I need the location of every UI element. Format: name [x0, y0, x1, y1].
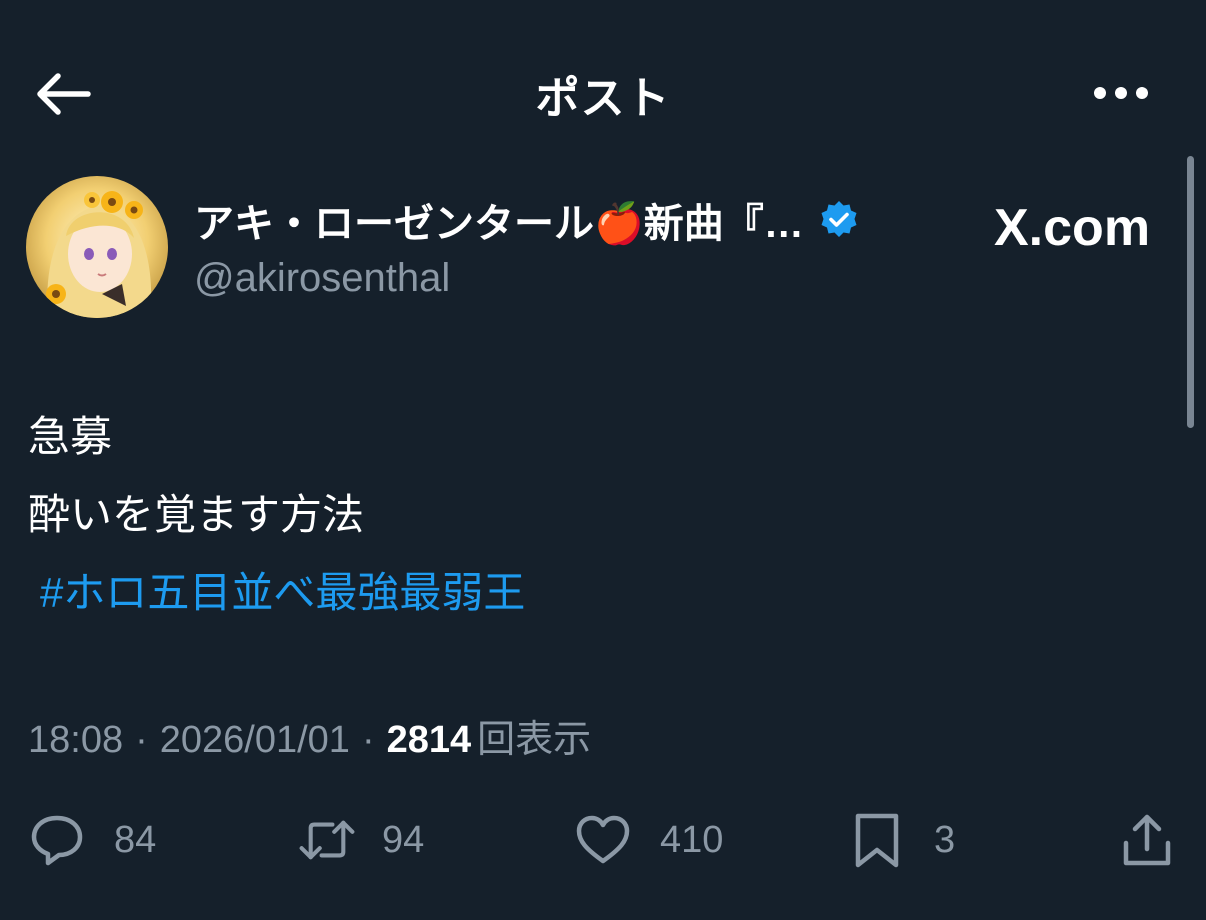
- repost-button[interactable]: 94: [298, 808, 424, 872]
- repost-icon: [299, 820, 355, 860]
- tweet-line: 急募: [28, 413, 113, 460]
- share-icon: [1123, 814, 1171, 866]
- display-name-link[interactable]: アキ・ローゼンタール🍎新曲『…: [194, 192, 860, 248]
- reply-button[interactable]: 84: [28, 808, 156, 872]
- tweet-text: 急募 酔いを覚ます方法 #ホロ五目並べ最強最弱王: [28, 398, 1158, 632]
- reply-count: 84: [114, 818, 157, 861]
- separator-dot: ·: [361, 719, 375, 761]
- bookmark-icon: [855, 813, 899, 868]
- x-logo-text: X.com: [994, 199, 1151, 257]
- separator-dot: ·: [135, 719, 148, 761]
- top-bar: ポスト: [0, 40, 1206, 144]
- heart-icon: [576, 815, 630, 864]
- author-header: アキ・ローゼンタール🍎新曲『… @akirosenthal X.com: [26, 176, 1166, 326]
- page-title: ポスト: [535, 74, 671, 123]
- views-count: 2814: [386, 719, 472, 761]
- tweet-meta: 18:08 · 2026/01/01 · 2814 回表示: [28, 708, 591, 763]
- bookmark-button[interactable]: 3: [848, 808, 955, 872]
- tweet-time[interactable]: 18:08: [28, 719, 123, 762]
- avatar[interactable]: [26, 176, 168, 318]
- x-com-watermark: X.com: [994, 198, 1150, 258]
- scrollbar[interactable]: [1187, 156, 1194, 428]
- like-button[interactable]: 410: [574, 808, 723, 872]
- user-handle[interactable]: @akirosenthal: [194, 256, 450, 301]
- reply-icon: [31, 815, 83, 866]
- like-count: 410: [660, 818, 724, 861]
- display-name: アキ・ローゼンタール🍎新曲『…: [194, 202, 804, 246]
- repost-count: 94: [382, 818, 425, 861]
- verified-badge-icon: [821, 201, 857, 237]
- views-label: 回表示: [477, 719, 592, 761]
- more-horizontal-icon: [1094, 87, 1148, 99]
- tweet-line: 酔いを覚ます方法: [28, 491, 365, 538]
- tweet-date[interactable]: 2026/01/01: [160, 719, 350, 762]
- bookmark-count: 3: [934, 818, 956, 861]
- share-button[interactable]: [1118, 808, 1176, 872]
- hashtag-link[interactable]: #ホロ五目並べ最強最弱王: [40, 554, 525, 632]
- more-options-button[interactable]: [1086, 78, 1156, 108]
- action-bar: 84 94 410 3: [0, 808, 1206, 872]
